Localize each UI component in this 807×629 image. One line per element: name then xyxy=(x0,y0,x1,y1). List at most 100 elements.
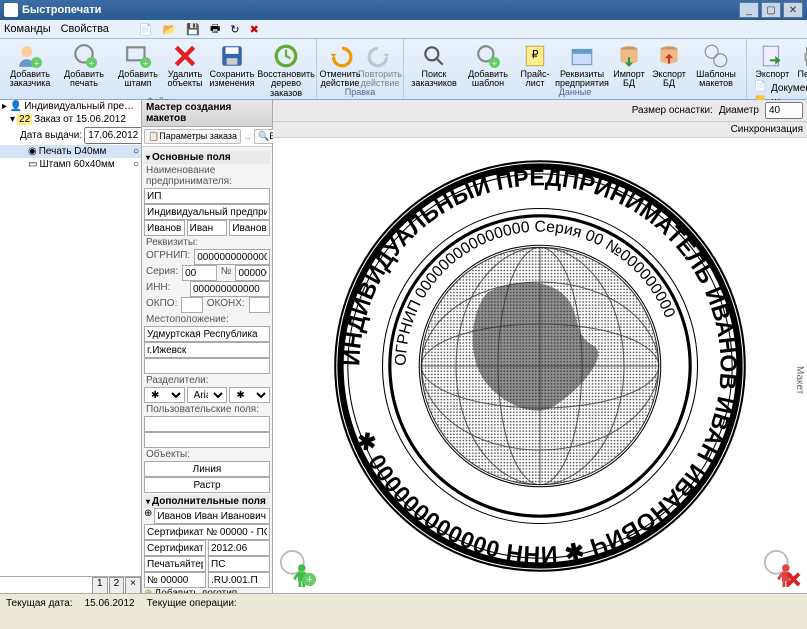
undo-button[interactable]: Отменить действие xyxy=(321,41,359,89)
date-issue-input[interactable] xyxy=(84,127,141,144)
tree-customer[interactable]: ▸ 👤 Индивидуальный предприниматель Ивано… xyxy=(0,100,141,113)
okpo-input[interactable] xyxy=(181,297,202,313)
tree-seal-item[interactable]: ◉ Печать D40мм○ xyxy=(0,145,141,158)
window-title: Быстропечати xyxy=(22,4,737,16)
svg-text:+: + xyxy=(34,58,39,68)
name-label: Наименование предпринимателя: xyxy=(144,164,270,188)
pricelist-button[interactable]: ₽Прайс-лист xyxy=(516,41,554,89)
ip-prefix-input[interactable] xyxy=(144,188,270,204)
add-stamp-button[interactable]: +Добавить штамп xyxy=(112,41,164,89)
save-changes-button[interactable]: Сохранить изменения xyxy=(206,41,258,89)
region-input[interactable] xyxy=(144,326,270,342)
tree-date-issue: Дата выдачи: Вс xyxy=(0,126,141,145)
custom-input-2[interactable] xyxy=(144,432,270,448)
ogrn-input[interactable] xyxy=(194,249,270,265)
stamper-label-input[interactable] xyxy=(144,556,206,572)
apply-green-icon[interactable]: + xyxy=(279,549,317,587)
svg-text:+: + xyxy=(492,58,497,68)
ribbon: +Добавить заказчика +Добавить печать +До… xyxy=(0,39,807,100)
documents-menu[interactable]: 📄Документы▾ xyxy=(754,81,807,95)
owner-input[interactable] xyxy=(154,508,270,524)
full-name-input[interactable] xyxy=(144,204,270,220)
tree-tab-2[interactable]: 2 xyxy=(109,577,125,593)
number-input[interactable] xyxy=(235,265,270,281)
maximize-button[interactable]: ▢ xyxy=(761,2,781,18)
menu-commands[interactable]: Команды xyxy=(4,23,51,35)
cert-label-input[interactable] xyxy=(144,540,206,556)
delete-objects-button[interactable]: Удалить объекты xyxy=(166,41,204,89)
wizard-step-1[interactable]: 📋Параметры заказа xyxy=(144,129,241,144)
add-seal-button[interactable]: +Добавить печать xyxy=(58,41,110,89)
section-main-fields[interactable]: Основные поля xyxy=(144,151,270,164)
tree-order[interactable]: ▾ 22 Заказ от 15.06.2012 xyxy=(0,113,141,126)
status-date-label: Текущая дата: xyxy=(6,598,73,609)
minimize-button[interactable]: _ xyxy=(739,2,759,18)
qat-new-icon[interactable]: 📄 xyxy=(139,23,153,36)
diameter-label: Диаметр xyxy=(719,105,759,116)
menu-properties[interactable]: Свойства xyxy=(61,23,109,35)
menu-bar: Команды Свойства 📄 📂 💾 🖶 ↻ ✖ xyxy=(0,20,807,39)
font-select[interactable]: Arial xyxy=(187,387,228,403)
sep-2-select[interactable]: ✱ xyxy=(229,387,270,403)
qat-save-icon[interactable]: 💾 xyxy=(186,23,200,36)
series-input[interactable] xyxy=(182,265,217,281)
svg-text:+: + xyxy=(89,58,94,68)
svg-text:+: + xyxy=(143,58,148,68)
status-ops-label: Текущие операции: xyxy=(147,598,237,609)
object-raster[interactable] xyxy=(144,477,270,493)
okon-input[interactable] xyxy=(249,297,270,313)
stamper-val-input[interactable] xyxy=(208,556,270,572)
status-date-value: 15.06.2012 xyxy=(85,598,135,609)
add-template-button[interactable]: +Добавить шаблон xyxy=(462,41,514,89)
add-logo-button[interactable]: ⊕Добавить логотип xyxy=(144,588,270,593)
app-icon xyxy=(4,3,18,17)
sep-1-select[interactable]: ✱ xyxy=(144,387,185,403)
stamp-canvas[interactable]: Макет xyxy=(273,138,807,593)
wizard-title: Мастер создания макетов xyxy=(142,100,272,127)
lastname-input[interactable] xyxy=(144,220,185,236)
tree-tab-1[interactable]: 1 xyxy=(92,577,108,593)
orders-tree-panel: ▸ 👤 Индивидуальный предприниматель Ивано… xyxy=(0,100,142,593)
qat-delete-icon[interactable]: ✖ xyxy=(250,23,259,36)
objects-label: Объекты: xyxy=(144,448,270,461)
diameter-input[interactable] xyxy=(765,102,803,119)
inn-input[interactable] xyxy=(190,281,270,297)
cert-date-input[interactable] xyxy=(208,540,270,556)
cancel-red-icon[interactable] xyxy=(763,549,801,587)
qat-refresh-icon[interactable]: ↻ xyxy=(230,23,239,36)
stamp-preview: ИНДИВИДУАЛЬНЫЙ ПРЕДПРИНИМАТЕЛЬ ИВАНОВ ИВ… xyxy=(330,156,750,576)
section-extra-fields[interactable]: Дополнительные поля xyxy=(144,495,270,508)
add-customer-button[interactable]: +Добавить заказчика xyxy=(4,41,56,89)
import-db-button[interactable]: Импорт БД xyxy=(610,41,648,89)
sync-button[interactable]: Синхронизация xyxy=(731,124,803,135)
export-db-button[interactable]: Экспорт БД xyxy=(650,41,688,89)
close-button[interactable]: ✕ xyxy=(783,2,803,18)
custom-input[interactable] xyxy=(144,416,270,432)
base-size-label: Размер оснастки: xyxy=(632,105,713,116)
company-req-button[interactable]: Реквизиты предприятия xyxy=(556,41,608,89)
redo-button[interactable]: Повторить действие xyxy=(361,41,399,89)
separators-label: Разделители: xyxy=(144,374,270,387)
cert-full-input[interactable] xyxy=(144,524,270,540)
side-tab-layout[interactable]: Макет xyxy=(794,366,805,394)
city-input[interactable] xyxy=(144,342,270,358)
middlename-input[interactable] xyxy=(229,220,270,236)
firstname-input[interactable] xyxy=(187,220,228,236)
certnum-val-input[interactable] xyxy=(208,572,270,588)
print-button[interactable]: Печать xyxy=(793,41,807,79)
title-bar: Быстропечати _ ▢ ✕ xyxy=(0,0,807,20)
tree-tab-close[interactable]: × xyxy=(125,577,141,593)
export-button[interactable]: Экспорт xyxy=(753,41,791,79)
layout-templates-button[interactable]: Шаблоны макетов xyxy=(690,41,742,89)
location-label: Местоположение: xyxy=(144,313,270,326)
certnum-label-input[interactable] xyxy=(144,572,206,588)
tree-tabs: 1 2 × xyxy=(0,576,141,593)
extra-loc-input[interactable] xyxy=(144,358,270,374)
search-customers-button[interactable]: Поиск заказчиков xyxy=(408,41,460,89)
ribbon-group-data-label: Данные xyxy=(559,87,592,97)
qat-open-icon[interactable]: 📂 xyxy=(163,23,177,36)
tree-stamp-item[interactable]: ▭ Штамп 60x40мм○ xyxy=(0,158,141,171)
object-line[interactable] xyxy=(144,461,270,477)
restore-tree-button[interactable]: Восстановить дерево заказов xyxy=(260,41,312,98)
qat-print-icon[interactable]: 🖶 xyxy=(210,20,220,39)
